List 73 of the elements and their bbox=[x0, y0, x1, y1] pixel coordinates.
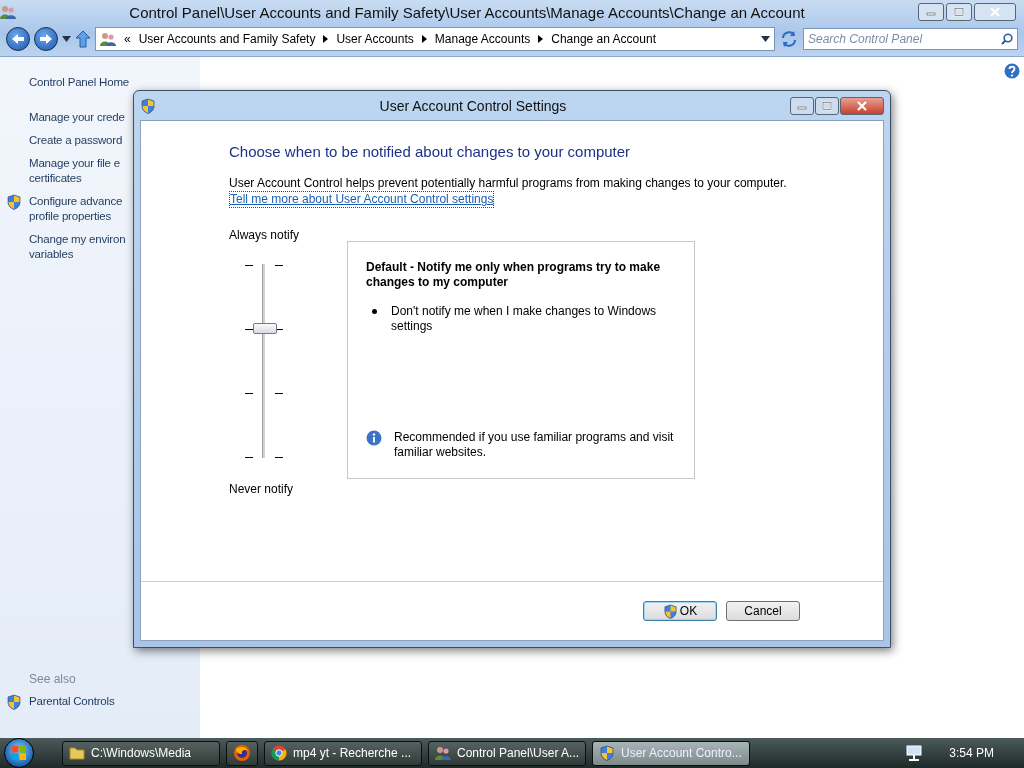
chevron-right-icon bbox=[538, 35, 544, 43]
breadcrumb[interactable]: Manage Accounts bbox=[434, 32, 531, 46]
chevron-right-icon bbox=[323, 35, 329, 43]
close-icon bbox=[989, 7, 1001, 17]
window-title: Control Panel\User Accounts and Family Safety\User Accounts\Manage Accounts\Change an Account bbox=[128, 3, 806, 21]
taskbar-button[interactable]: C:\Windows\Media bbox=[62, 740, 220, 766]
dialog-title: User Account Control Settings bbox=[378, 97, 568, 114]
bullet-text: Don't notify me when I make changes to Windows settings bbox=[391, 304, 658, 334]
users-icon bbox=[435, 745, 451, 761]
description: User Account Control helps prevent potentially harmful programs from making changes to your computer. bbox=[229, 176, 788, 191]
slider-label: Always notify bbox=[229, 228, 300, 242]
help-icon[interactable] bbox=[1004, 63, 1020, 79]
shield-icon bbox=[662, 603, 678, 619]
maximize-button[interactable] bbox=[946, 3, 972, 21]
info-icon bbox=[366, 430, 382, 446]
windows-logo-icon bbox=[11, 745, 27, 761]
minimize-button[interactable] bbox=[790, 96, 814, 115]
section-heading: See also bbox=[28, 672, 77, 686]
arrow-right-icon bbox=[39, 33, 53, 45]
sidebar-link[interactable]: Parental Controls bbox=[29, 694, 115, 709]
sidebar-link[interactable]: Manage your file e certificates bbox=[29, 156, 120, 186]
sidebar-link[interactable]: Change my environ variables bbox=[29, 232, 126, 262]
globe-icon bbox=[233, 744, 251, 762]
slider-thumb[interactable] bbox=[253, 323, 277, 334]
taskbar-button[interactable] bbox=[226, 740, 258, 766]
folder-icon bbox=[69, 745, 85, 761]
help-link[interactable]: Tell me more about User Account Control settings bbox=[229, 191, 495, 208]
users-icon bbox=[100, 31, 116, 47]
shield-icon bbox=[6, 694, 22, 710]
close-icon bbox=[856, 100, 868, 111]
breadcrumb[interactable]: Change an Account bbox=[551, 32, 656, 46]
globe-icon bbox=[271, 745, 287, 761]
back-button[interactable] bbox=[6, 27, 30, 51]
taskbar-button[interactable]: Control Panel\User A... bbox=[428, 740, 586, 766]
breadcrumb[interactable]: User Accounts bbox=[336, 32, 414, 46]
breadcrumb[interactable]: User Accounts and Family Safety bbox=[138, 32, 316, 46]
bullet-dot bbox=[372, 309, 377, 314]
taskbar-button[interactable]: mp4 yt - Recherche ... bbox=[264, 740, 422, 766]
dialog-heading: Choose when to be notified about changes to your computer bbox=[229, 143, 632, 160]
caret-icon[interactable] bbox=[761, 36, 770, 42]
setting-title: Default - Notify me only when programs try to make changes to my computer bbox=[366, 260, 662, 290]
slider-label: Never notify bbox=[229, 482, 294, 496]
maximize-icon bbox=[821, 100, 833, 111]
refresh-icon[interactable] bbox=[779, 29, 799, 49]
minimize-button[interactable] bbox=[918, 3, 944, 21]
clock[interactable]: 3:54 PM bbox=[949, 746, 994, 760]
forward-button[interactable] bbox=[34, 27, 58, 51]
users-icon bbox=[0, 4, 16, 20]
overflow-chevron[interactable]: « bbox=[124, 32, 131, 46]
sidebar-link[interactable]: Configure advance profile properties bbox=[29, 194, 123, 224]
sidebar-link[interactable]: Create a password bbox=[29, 133, 123, 148]
recommendation-note: Recommended if you use familiar programs and visit familiar websites. bbox=[394, 430, 675, 460]
chevron-right-icon bbox=[421, 35, 427, 43]
caret-icon[interactable] bbox=[62, 36, 71, 42]
shield-icon bbox=[140, 97, 156, 114]
maximize-button[interactable] bbox=[815, 96, 839, 115]
up-arrow-icon[interactable] bbox=[75, 30, 91, 48]
dialog-button[interactable]: OK bbox=[643, 601, 717, 621]
network-icon[interactable] bbox=[905, 744, 924, 762]
notification-slider[interactable] bbox=[245, 264, 285, 458]
search-icon bbox=[1001, 33, 1013, 45]
sidebar-link[interactable]: Control Panel Home bbox=[29, 75, 129, 90]
shield-icon bbox=[599, 745, 615, 761]
maximize-icon bbox=[953, 7, 965, 17]
close-button[interactable] bbox=[974, 3, 1016, 21]
arrow-left-icon bbox=[11, 33, 25, 45]
search-field[interactable]: Search Control Panel bbox=[803, 28, 1018, 50]
close-button[interactable] bbox=[840, 96, 884, 115]
address-bar[interactable]: « User Accounts and Family Safety User Accounts Manage Accounts Change an Account bbox=[95, 27, 775, 51]
start-button[interactable] bbox=[4, 738, 34, 768]
dialog-button[interactable]: Cancel bbox=[726, 601, 800, 621]
sidebar-link[interactable]: Manage your crede bbox=[29, 110, 125, 125]
shield-icon bbox=[6, 194, 22, 210]
